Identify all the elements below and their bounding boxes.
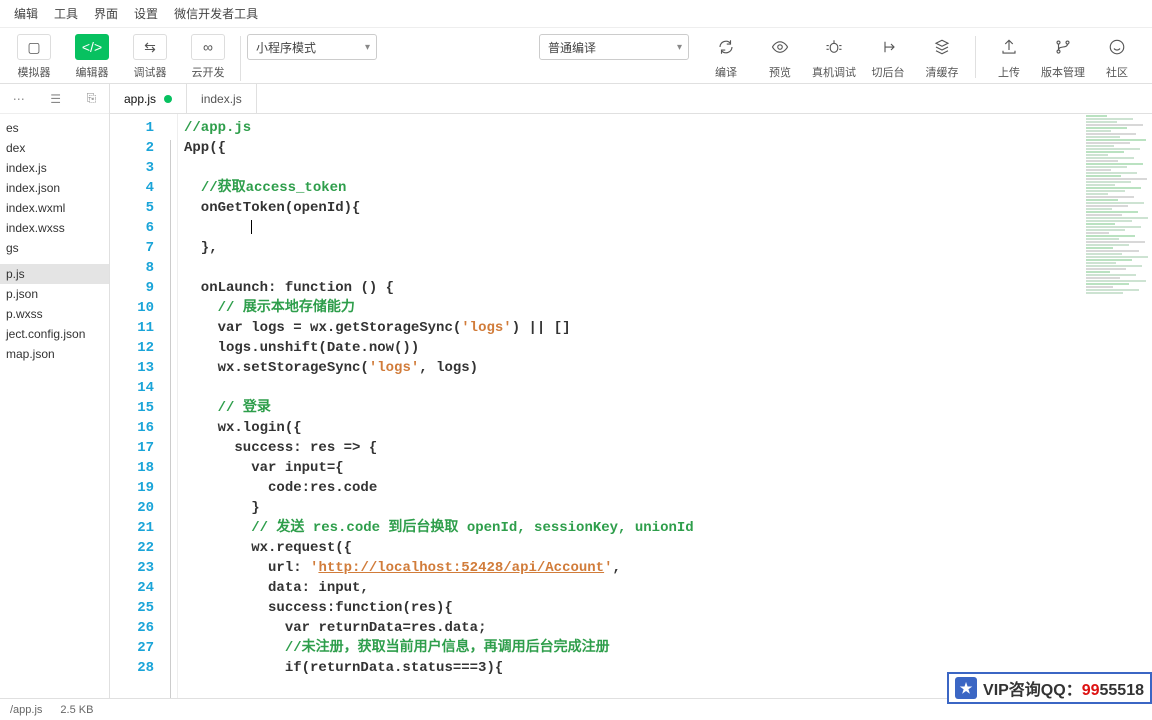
watermark: ★ VIP咨询QQ：9955518: [947, 672, 1152, 704]
editor-area: app.jsindex.js 1234567891011121314151617…: [110, 84, 1152, 698]
simulator-button[interactable]: ▢模拟器: [8, 34, 60, 80]
file-explorer: ⋯ ☰ ⎘ esdexindex.jsindex.jsonindex.wxmli…: [0, 84, 110, 698]
file-item[interactable]: p.js: [0, 264, 109, 284]
outline-icon[interactable]: ☰: [50, 92, 61, 106]
back-icon: [879, 34, 897, 60]
simulator-button-icon: ▢: [17, 34, 51, 60]
more-icon[interactable]: ⋯: [13, 92, 25, 106]
modified-icon: [164, 95, 172, 103]
bug-icon: [825, 34, 843, 60]
editor-tabs: app.jsindex.js: [110, 84, 1152, 114]
line-gutter: 1234567891011121314151617181920212223242…: [110, 114, 164, 698]
clear-cache-button[interactable]: 清缓存: [915, 34, 969, 80]
file-item[interactable]: dex: [0, 138, 109, 158]
minimap[interactable]: [1082, 114, 1152, 698]
stack-icon: [933, 34, 951, 60]
compile-select[interactable]: 普通编译: [539, 34, 689, 60]
cloud-button-icon: ∞: [191, 34, 225, 60]
editor-button-icon: </>: [75, 34, 109, 60]
editor-button[interactable]: </>编辑器: [66, 34, 118, 80]
file-item[interactable]: ject.config.json: [0, 324, 109, 344]
editor-tab[interactable]: index.js: [187, 84, 257, 113]
menu-item[interactable]: 界面: [86, 1, 126, 26]
compile-button[interactable]: 编译: [699, 34, 753, 80]
file-item[interactable]: es: [0, 118, 109, 138]
smile-icon: [1108, 34, 1126, 60]
debugger-button-icon: ⇆: [133, 34, 167, 60]
file-item[interactable]: p.json: [0, 284, 109, 304]
file-item[interactable]: map.json: [0, 344, 109, 364]
community-button[interactable]: 社区: [1090, 34, 1144, 80]
editor-tab[interactable]: app.js: [110, 84, 187, 113]
status-path: /app.js: [10, 704, 42, 716]
toolbar: ▢模拟器</>编辑器⇆调试器∞云开发 小程序模式 普通编译 编译预览真机调试切后…: [0, 28, 1152, 84]
file-item[interactable]: index.js: [0, 158, 109, 178]
debugger-button[interactable]: ⇆调试器: [124, 34, 176, 80]
preview-button[interactable]: 预览: [753, 34, 807, 80]
main-area: ⋯ ☰ ⎘ esdexindex.jsindex.jsonindex.wxmli…: [0, 84, 1152, 698]
remote-debug-button[interactable]: 真机调试: [807, 34, 861, 80]
background-button[interactable]: 切后台: [861, 34, 915, 80]
file-item[interactable]: index.wxml: [0, 198, 109, 218]
code-editor[interactable]: 1234567891011121314151617181920212223242…: [110, 114, 1152, 698]
collapse-icon[interactable]: ⎘: [87, 91, 97, 106]
status-size: 2.5 KB: [60, 704, 93, 716]
eye-icon: [771, 34, 789, 60]
menu-item[interactable]: 设置: [126, 1, 166, 26]
menu-item[interactable]: 工具: [46, 1, 86, 26]
file-item[interactable]: index.wxss: [0, 218, 109, 238]
menu-item[interactable]: 编辑: [6, 1, 46, 26]
fold-bar: [164, 114, 178, 698]
upload-icon: [1000, 34, 1018, 60]
star-icon: ★: [955, 677, 977, 699]
file-item[interactable]: index.json: [0, 178, 109, 198]
file-item[interactable]: gs: [0, 238, 109, 258]
refresh-icon: [717, 34, 735, 60]
sidebar-header: ⋯ ☰ ⎘: [0, 84, 109, 114]
mode-select[interactable]: 小程序模式: [247, 34, 377, 60]
version-button[interactable]: 版本管理: [1036, 34, 1090, 80]
menu-item[interactable]: 微信开发者工具: [166, 1, 266, 26]
cloud-button[interactable]: ∞云开发: [182, 34, 234, 80]
file-item[interactable]: p.wxss: [0, 304, 109, 324]
upload-button[interactable]: 上传: [982, 34, 1036, 80]
menubar: 编辑工具界面设置微信开发者工具: [0, 0, 1152, 28]
branch-icon: [1054, 34, 1072, 60]
